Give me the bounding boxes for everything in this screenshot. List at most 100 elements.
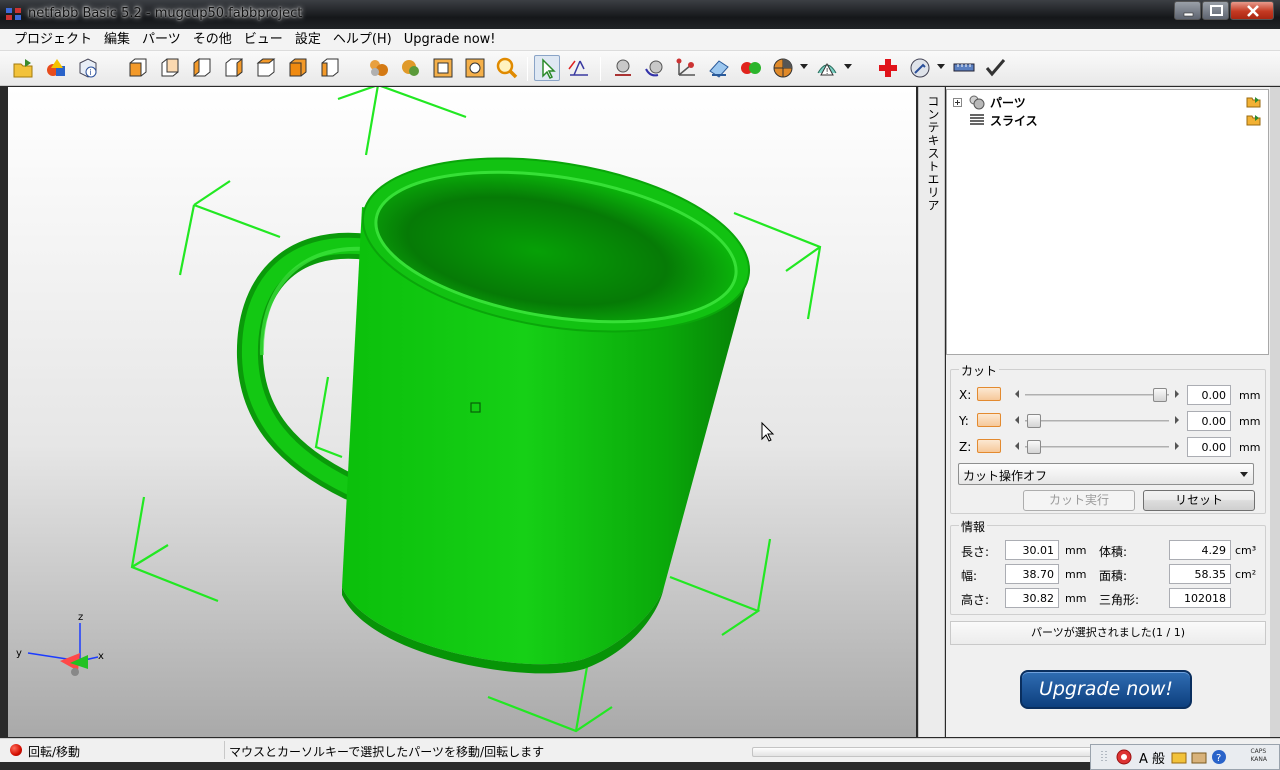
zoom-icon[interactable] bbox=[494, 55, 520, 81]
context-area-tab[interactable]: コンテキストエリア bbox=[918, 87, 945, 737]
export-icon[interactable] bbox=[907, 55, 933, 81]
status-scrollbar[interactable] bbox=[752, 747, 1092, 757]
shade-parts-icon[interactable] bbox=[366, 55, 392, 81]
status-message: マウスとカーソルキーで選択したパーツを移動/回転します bbox=[229, 745, 545, 759]
move-icon[interactable] bbox=[610, 55, 636, 81]
tree-label-parts: パーツ bbox=[990, 95, 1026, 110]
length-unit: mm bbox=[1065, 544, 1087, 557]
slider-thumb[interactable] bbox=[1027, 414, 1041, 428]
kana-indicator: KANA bbox=[1250, 756, 1267, 763]
mouse-cursor-icon bbox=[761, 421, 775, 442]
slice-icon bbox=[970, 114, 984, 125]
cut-z-input[interactable]: 0.00 bbox=[1187, 437, 1231, 457]
app-icon bbox=[6, 8, 22, 21]
scale-icon[interactable] bbox=[674, 55, 700, 81]
menu-edit[interactable]: 編集 bbox=[98, 29, 136, 51]
menu-parts[interactable]: パーツ bbox=[136, 29, 187, 51]
tree-item-slice[interactable]: スライス bbox=[953, 111, 1038, 129]
ime-pad-icon[interactable] bbox=[1189, 748, 1209, 766]
add-part-icon[interactable] bbox=[44, 55, 70, 81]
view-front-icon[interactable] bbox=[125, 55, 151, 81]
cut-z-slider[interactable] bbox=[1013, 439, 1181, 455]
view-right-icon[interactable] bbox=[221, 55, 247, 81]
select-tool-icon[interactable] bbox=[534, 55, 560, 81]
boolean-icon[interactable] bbox=[738, 55, 764, 81]
view-left-icon[interactable] bbox=[189, 55, 215, 81]
folder-icon[interactable] bbox=[1246, 114, 1262, 126]
slider-thumb[interactable] bbox=[1027, 440, 1041, 454]
folder-icon[interactable] bbox=[1246, 96, 1262, 108]
measure-tool-icon[interactable] bbox=[566, 55, 592, 81]
height-value: 30.82 bbox=[1005, 588, 1059, 608]
ruler-icon[interactable] bbox=[951, 55, 977, 81]
svg-text:i: i bbox=[90, 68, 92, 77]
maximize-button[interactable] bbox=[1202, 1, 1229, 20]
menu-settings[interactable]: 設定 bbox=[289, 29, 327, 51]
section-dropdown-icon[interactable] bbox=[800, 64, 808, 69]
cut-mode-select[interactable]: カット操作オフ bbox=[958, 463, 1254, 485]
cut-x-row: X: 0.00 mm bbox=[959, 385, 1260, 405]
cut-z-color-swatch[interactable] bbox=[977, 439, 1001, 453]
cut-y-unit: mm bbox=[1239, 415, 1261, 428]
grip-icon bbox=[1101, 751, 1107, 763]
menu-project[interactable]: プロジェクト bbox=[8, 29, 98, 51]
checkmark-icon[interactable] bbox=[983, 55, 1009, 81]
ime-language-bar[interactable]: A 般 ? CAPS KANA bbox=[1090, 744, 1280, 770]
svg-text:?: ? bbox=[1216, 753, 1221, 764]
menu-help[interactable]: ヘルプ(H) bbox=[327, 29, 398, 51]
rotate-icon[interactable] bbox=[642, 55, 668, 81]
view-iso-icon[interactable] bbox=[317, 55, 343, 81]
3d-viewport[interactable]: z y x bbox=[8, 87, 916, 737]
upgrade-now-button[interactable]: Upgrade now! bbox=[1020, 670, 1192, 709]
export-dropdown-icon[interactable] bbox=[937, 64, 945, 69]
help-icon[interactable]: ? bbox=[1209, 748, 1229, 766]
minimize-button[interactable] bbox=[1174, 1, 1201, 20]
width-label: 幅: bbox=[961, 569, 978, 583]
open-project-icon[interactable] bbox=[11, 55, 37, 81]
view-top-icon[interactable] bbox=[253, 55, 279, 81]
menu-other[interactable]: その他 bbox=[187, 29, 238, 51]
slider-thumb[interactable] bbox=[1153, 388, 1167, 402]
cut-execute-button[interactable]: カット実行 bbox=[1023, 490, 1135, 511]
cut-x-color-swatch[interactable] bbox=[977, 387, 1001, 401]
repair-dropdown-icon[interactable] bbox=[844, 64, 852, 69]
cut-group: カット X: 0.00 mm Y: 0.00 mm Z: 0.00 mm カット… bbox=[950, 362, 1266, 514]
length-label: 長さ: bbox=[961, 545, 990, 559]
tree-item-parts[interactable]: パーツ bbox=[953, 93, 1026, 111]
ime-mode[interactable]: A 般 bbox=[1139, 748, 1165, 767]
cut-y-color-swatch[interactable] bbox=[977, 413, 1001, 427]
chevron-down-icon bbox=[1240, 472, 1248, 477]
menu-view[interactable]: ビュー bbox=[238, 29, 289, 51]
panel-scrollbar[interactable] bbox=[1270, 87, 1280, 737]
cut-y-slider[interactable] bbox=[1013, 413, 1181, 429]
window-title: netfabb Basic 5.2 - mugcup50.fabbproject bbox=[28, 6, 303, 21]
cut-z-row: Z: 0.00 mm bbox=[959, 437, 1260, 457]
ime-icon[interactable] bbox=[1115, 748, 1133, 766]
zoom-selection-icon[interactable] bbox=[430, 55, 456, 81]
cut-z-label: Z: bbox=[959, 440, 972, 454]
view-back-icon[interactable] bbox=[157, 55, 183, 81]
close-button[interactable] bbox=[1230, 1, 1274, 20]
title-bar: netfabb Basic 5.2 - mugcup50.fabbproject bbox=[0, 0, 1280, 29]
zoom-all-icon[interactable] bbox=[462, 55, 488, 81]
cut-x-slider[interactable] bbox=[1013, 387, 1181, 403]
view-bottom-icon[interactable] bbox=[285, 55, 311, 81]
info-group: 情報 長さ: 30.01 mm 幅: 38.70 mm 高さ: 30.82 mm… bbox=[950, 518, 1266, 615]
axis-z-label: z bbox=[78, 612, 83, 623]
expand-icon[interactable] bbox=[953, 97, 962, 107]
section-icon[interactable] bbox=[770, 55, 796, 81]
ime-tool-icon[interactable] bbox=[1169, 748, 1189, 766]
add-icon[interactable] bbox=[875, 55, 901, 81]
part-info-icon[interactable]: i bbox=[76, 55, 102, 81]
area-value: 58.35 bbox=[1169, 564, 1231, 584]
cut-y-row: Y: 0.00 mm bbox=[959, 411, 1261, 431]
reset-button[interactable]: リセット bbox=[1143, 490, 1255, 511]
height-label: 高さ: bbox=[961, 593, 990, 607]
menu-upgrade[interactable]: Upgrade now! bbox=[398, 29, 502, 51]
volume-unit: cm³ bbox=[1235, 544, 1257, 557]
shade-solid-icon[interactable] bbox=[398, 55, 424, 81]
cut-y-input[interactable]: 0.00 bbox=[1187, 411, 1231, 431]
cut-x-input[interactable]: 0.00 bbox=[1187, 385, 1231, 405]
repair-icon[interactable]: ! bbox=[814, 55, 840, 81]
mirror-icon[interactable] bbox=[706, 55, 732, 81]
